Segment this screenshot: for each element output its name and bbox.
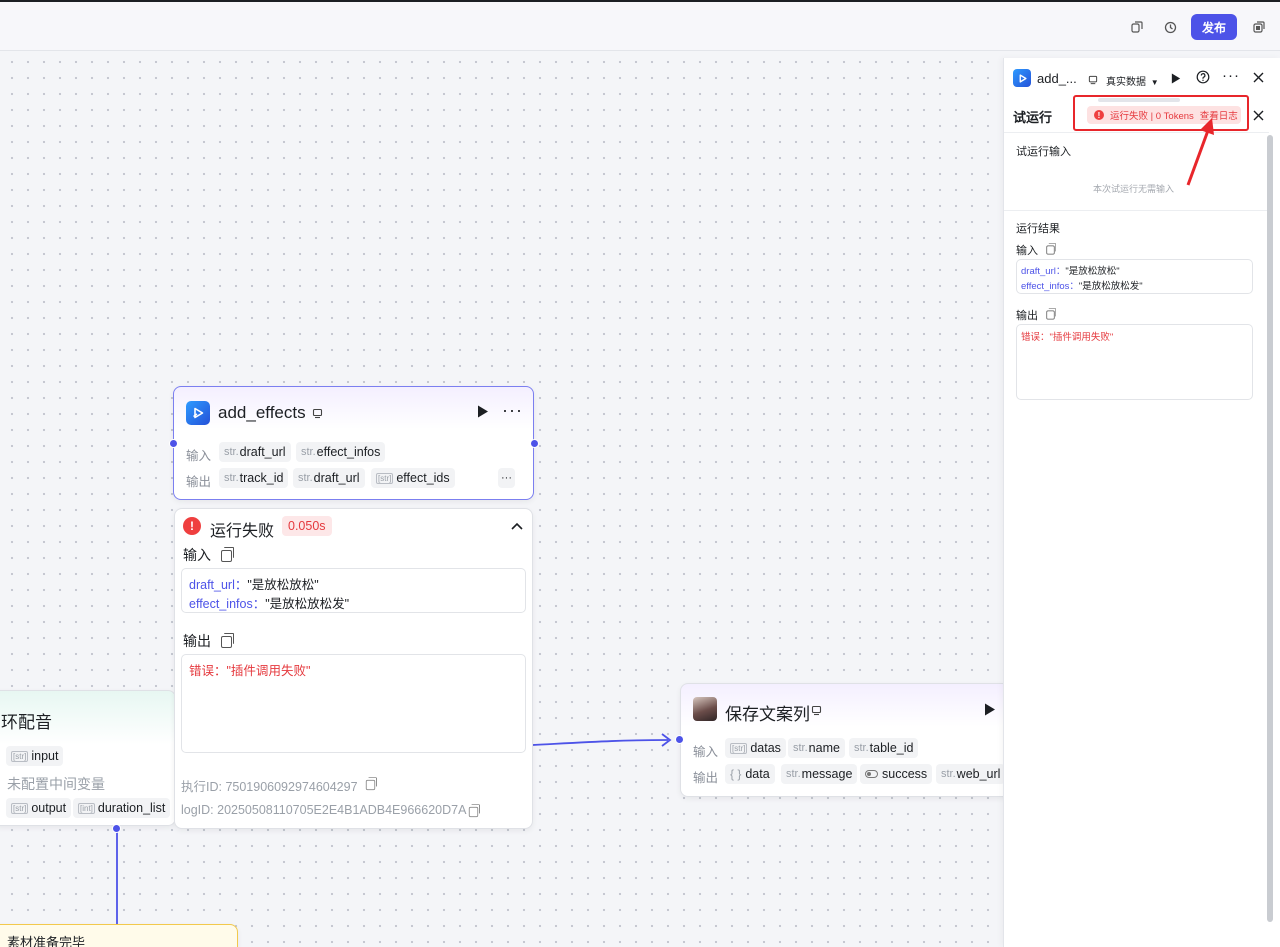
output-tag: success <box>860 764 933 784</box>
no-vars-text: 未配置中间变量 <box>7 776 105 792</box>
material-ready-node[interactable]: 素材准备完毕 <box>0 924 238 947</box>
kv-line: effect_infos："是放松放松发" <box>189 597 350 611</box>
edge-result-to-save <box>532 739 669 746</box>
error-message: 错误："插件调用失败" <box>189 664 311 678</box>
kv-line: draft_url："是放松放松" <box>1021 266 1120 277</box>
history-icon[interactable] <box>1159 16 1181 38</box>
node-title: 素材准备完毕 <box>7 935 86 947</box>
run-icon[interactable] <box>1171 72 1181 87</box>
more-outputs-icon[interactable]: ··· <box>498 468 515 488</box>
input-tag: [str] datas <box>725 738 786 758</box>
output-tag: str. web_url <box>936 764 1006 784</box>
loop-dubbing-node[interactable]: 环配音 [str] input 未配置中间变量 [str] output [in… <box>0 690 176 826</box>
output-label: 输出 <box>1016 310 1038 322</box>
divider <box>1004 132 1269 133</box>
kv-line: draft_url："是放松放松" <box>189 578 319 592</box>
more-icon[interactable]: ··· <box>502 400 523 421</box>
divider <box>1004 210 1269 211</box>
status-text: 运行失败 <box>210 523 275 540</box>
output-tag: { } data <box>725 764 775 784</box>
store-icon <box>811 704 822 719</box>
output-tag: str. message <box>781 764 858 784</box>
test-run-side-panel: add_... 真实数据 ▼ ··· 试运行 试运行输入 本次试运行无需输入 运… <box>1003 58 1280 947</box>
store-icon <box>312 407 323 422</box>
more-icon[interactable]: ··· <box>1222 67 1240 84</box>
run-node-icon[interactable] <box>477 405 489 421</box>
input-tag: [str] input <box>6 746 64 766</box>
scrollbar[interactable] <box>1267 135 1273 922</box>
help-icon[interactable] <box>1196 70 1210 87</box>
copy-icon[interactable] <box>1046 308 1057 320</box>
input-tag: str. draft_url <box>219 442 291 462</box>
output-json-box: 错误："插件调用失败" <box>1016 324 1253 400</box>
edge-arrow-head <box>661 733 672 747</box>
chevron-up-icon[interactable] <box>511 518 523 533</box>
add-effects-node[interactable]: add_effects ··· 输入 str. draft_url str. e… <box>173 386 534 500</box>
error-icon: ! <box>183 517 201 535</box>
copy-icon[interactable] <box>468 804 480 818</box>
toggle-icon <box>865 770 878 778</box>
top-bar: 发布 <box>0 0 1280 51</box>
annotation-highlight-box <box>1073 95 1249 131</box>
plugin-play-icon <box>1013 69 1031 87</box>
plugin-play-icon <box>186 401 210 425</box>
copy-icon[interactable] <box>221 633 234 648</box>
layout-icon[interactable] <box>1248 16 1270 38</box>
input-json-box: draft_url："是放松放松" effect_infos："是放松放松发" <box>181 568 526 613</box>
test-run-title: 试运行 <box>1013 110 1053 125</box>
kv-line: effect_infos："是放松放松发" <box>1021 281 1143 292</box>
close-icon[interactable] <box>1253 71 1264 86</box>
input-port[interactable] <box>675 735 684 744</box>
test-input-title: 试运行输入 <box>1016 146 1071 158</box>
input-port[interactable] <box>169 439 178 448</box>
input-label: 输入 <box>693 745 719 759</box>
output-section-label: 输出 <box>183 633 211 649</box>
output-port[interactable] <box>530 439 539 448</box>
copy-icon[interactable] <box>221 547 234 562</box>
output-tag: str. draft_url <box>293 468 365 488</box>
node-title: 环配音 <box>1 713 52 732</box>
copy-icon[interactable] <box>365 777 377 791</box>
output-json-box: 错误："插件调用失败" <box>181 654 526 753</box>
output-tag: [str] effect_ids <box>371 468 455 488</box>
output-tag: [str] output <box>6 798 72 818</box>
node-title: add_effects <box>218 403 306 422</box>
input-tag: str. effect_infos <box>296 442 386 462</box>
run-node-icon[interactable] <box>984 703 996 719</box>
publish-button[interactable]: 发布 <box>1191 14 1237 40</box>
input-section-label: 输入 <box>183 547 211 563</box>
input-label: 输入 <box>1016 245 1038 257</box>
copy-icon[interactable] <box>1126 16 1148 38</box>
avatar <box>693 697 717 721</box>
error-message: 错误："插件调用失败" <box>1021 332 1114 343</box>
input-label: 输入 <box>186 449 212 463</box>
save-copy-node[interactable]: 保存文案列 输入 [str] datas str. name str. tabl… <box>680 683 1010 797</box>
input-tag: str. table_id <box>849 738 919 758</box>
node-title: 保存文案列 <box>725 705 810 724</box>
no-input-text: 本次试运行无需输入 <box>1093 184 1175 194</box>
duration-badge: 0.050s <box>282 516 332 536</box>
output-tag: str. track_id <box>219 468 289 488</box>
run-result-title: 运行结果 <box>1016 223 1060 235</box>
log-id: logID: 20250508110705E2E4B1ADB4E966620D7… <box>181 803 467 817</box>
annotation-arrow <box>1186 118 1214 186</box>
exec-id: 执行ID: 7501906092974604297 <box>181 780 358 794</box>
copy-icon[interactable] <box>1046 243 1057 255</box>
data-mode-select[interactable]: 真实数据 ▼ <box>1106 73 1159 88</box>
output-port[interactable] <box>112 824 121 833</box>
output-label: 输出 <box>693 771 719 785</box>
input-json-box: draft_url："是放松放松" effect_infos："是放松放松发" <box>1016 259 1253 294</box>
panel-node-title: add_... <box>1037 71 1077 86</box>
input-tag: str. name <box>788 738 845 758</box>
output-label: 输出 <box>186 475 212 489</box>
chevron-down-icon: ▼ <box>1150 78 1159 87</box>
output-tag: [int] duration_list <box>73 798 171 818</box>
run-result-card: ! 运行失败 0.050s 输入 draft_url："是放松放松" effec… <box>174 508 533 829</box>
store-icon <box>1088 73 1098 88</box>
close-icon[interactable] <box>1253 109 1264 124</box>
